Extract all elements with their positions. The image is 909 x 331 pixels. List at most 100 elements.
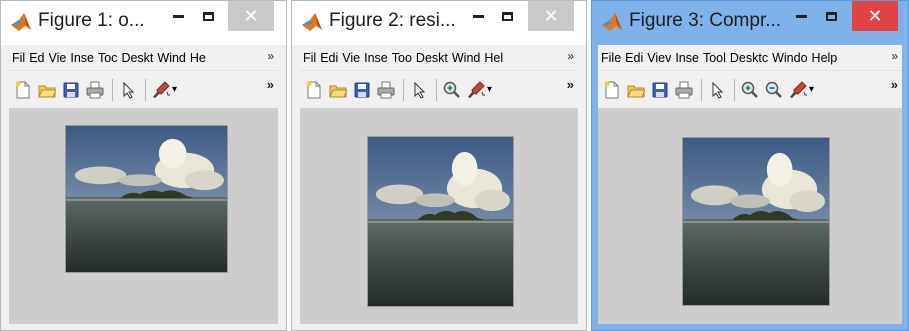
menu-desktop[interactable]: Desktc	[730, 51, 768, 65]
toolbar-overflow-icon[interactable]: »	[567, 77, 574, 92]
menu-edit[interactable]: Edi	[625, 51, 643, 65]
menu-tools[interactable]: Toc	[98, 51, 117, 65]
new-file-icon	[604, 81, 619, 98]
maximize-button[interactable]	[817, 1, 845, 31]
new-file-button[interactable]	[303, 79, 325, 101]
open-button[interactable]	[625, 79, 647, 101]
save-icon	[63, 82, 79, 97]
toolbar-separator	[112, 78, 113, 101]
menu-desktop[interactable]: Deskt	[416, 51, 448, 65]
brush-icon	[153, 80, 170, 98]
menu-insert[interactable]: Inse	[70, 51, 94, 65]
toolbar: ▾ »	[300, 71, 578, 109]
menu-view[interactable]: Viev	[647, 51, 671, 65]
menu-window[interactable]: Wind	[157, 51, 185, 65]
menu-window[interactable]: Wind	[452, 51, 480, 65]
figure-window-2[interactable]: Figure 2: resi... ✕ Fil Edi Vie Inse Too…	[291, 0, 587, 331]
figure-window-3[interactable]: Figure 3: Compr... ✕ File Edi Viev Inse …	[591, 0, 909, 331]
zoom-out-button[interactable]	[763, 79, 785, 101]
save-button[interactable]	[351, 79, 373, 101]
menu-bar: File Edi Viev Inse Tool Desktc Windo Hel…	[598, 45, 902, 71]
zoom-in-button[interactable]	[441, 79, 463, 101]
minimize-icon	[795, 14, 807, 18]
maximize-button[interactable]	[493, 1, 521, 31]
toolbar-overflow-icon[interactable]: »	[891, 77, 898, 92]
menu-file[interactable]: Fil	[12, 51, 25, 65]
brush-button[interactable]	[465, 79, 487, 101]
save-button[interactable]	[649, 79, 671, 101]
open-button[interactable]	[36, 79, 58, 101]
print-button[interactable]	[375, 79, 397, 101]
menu-bar: Fil Edi Vie Inse Too Deskt Wind Hel »	[300, 45, 578, 71]
select-button[interactable]	[706, 79, 728, 101]
image-display	[65, 125, 228, 273]
matlab-logo-icon	[11, 13, 31, 31]
menu-edit[interactable]: Edi	[320, 51, 338, 65]
menu-help[interactable]: Help	[812, 51, 838, 65]
select-button[interactable]	[117, 79, 139, 101]
landscape-image	[66, 126, 227, 272]
print-button[interactable]	[84, 79, 106, 101]
open-button[interactable]	[327, 79, 349, 101]
figure-canvas	[9, 110, 278, 324]
zoom-in-icon	[443, 81, 460, 98]
minimize-button[interactable]	[164, 1, 192, 31]
menu-help[interactable]: Hel	[484, 51, 503, 65]
close-button[interactable]: ✕	[228, 1, 274, 31]
minimize-button[interactable]	[787, 1, 815, 31]
minimize-button[interactable]	[464, 1, 492, 31]
image-display	[682, 137, 830, 306]
new-file-icon	[15, 81, 30, 98]
window-title: Figure 1: o...	[38, 10, 145, 31]
maximize-button[interactable]	[194, 1, 222, 31]
title-bar[interactable]: Figure 1: o... ✕	[1, 1, 286, 45]
menu-tools[interactable]: Too	[392, 51, 412, 65]
menu-insert[interactable]: Inse	[675, 51, 699, 65]
figure-window-1[interactable]: Figure 1: o... ✕ Fil Ed Vie Inse Toc Des…	[0, 0, 287, 331]
toolbar-separator	[145, 78, 146, 101]
minimize-icon	[172, 14, 184, 18]
brush-button[interactable]	[787, 79, 809, 101]
figure-client-area: Fil Ed Vie Inse Toc Deskt Wind He » ▾ »	[9, 45, 278, 324]
brush-icon	[468, 80, 485, 98]
brush-dropdown-icon[interactable]: ▾	[487, 84, 492, 95]
menu-insert[interactable]: Inse	[364, 51, 388, 65]
menu-view[interactable]: Vie	[342, 51, 360, 65]
minimize-icon	[472, 14, 484, 18]
print-button[interactable]	[673, 79, 695, 101]
menu-desktop[interactable]: Deskt	[121, 51, 153, 65]
close-button[interactable]: ✕	[852, 1, 898, 31]
brush-dropdown-icon[interactable]: ▾	[809, 84, 814, 95]
title-bar[interactable]: Figure 3: Compr... ✕	[592, 1, 908, 45]
toolbar-overflow-icon[interactable]: »	[267, 77, 274, 92]
close-icon: ✕	[243, 5, 259, 26]
toolbar-separator	[734, 78, 735, 101]
save-button[interactable]	[60, 79, 82, 101]
menu-overflow-icon[interactable]: »	[567, 49, 574, 63]
toolbar-separator	[436, 78, 437, 101]
print-icon	[675, 81, 693, 98]
zoom-in-icon	[741, 81, 758, 98]
title-bar[interactable]: Figure 2: resi... ✕	[292, 1, 586, 45]
print-icon	[86, 81, 104, 98]
menu-window[interactable]: Windo	[772, 51, 807, 65]
menu-file[interactable]: Fil	[303, 51, 316, 65]
close-button[interactable]: ✕	[528, 1, 574, 31]
menu-file[interactable]: File	[601, 51, 621, 65]
arrow-pointer-icon	[712, 81, 724, 99]
close-icon: ✕	[543, 5, 559, 26]
brush-dropdown-icon[interactable]: ▾	[172, 84, 177, 95]
new-file-button[interactable]	[601, 79, 623, 101]
menu-tools[interactable]: Tool	[703, 51, 726, 65]
menu-help[interactable]: He	[190, 51, 206, 65]
brush-button[interactable]	[150, 79, 172, 101]
select-button[interactable]	[408, 79, 430, 101]
menu-overflow-icon[interactable]: »	[267, 49, 274, 63]
menu-overflow-icon[interactable]: »	[891, 49, 898, 63]
menu-edit[interactable]: Ed	[29, 51, 44, 65]
zoom-in-button[interactable]	[739, 79, 761, 101]
window-title: Figure 2: resi...	[329, 10, 456, 31]
menu-bar: Fil Ed Vie Inse Toc Deskt Wind He »	[9, 45, 278, 71]
new-file-button[interactable]	[12, 79, 34, 101]
menu-view[interactable]: Vie	[49, 51, 67, 65]
